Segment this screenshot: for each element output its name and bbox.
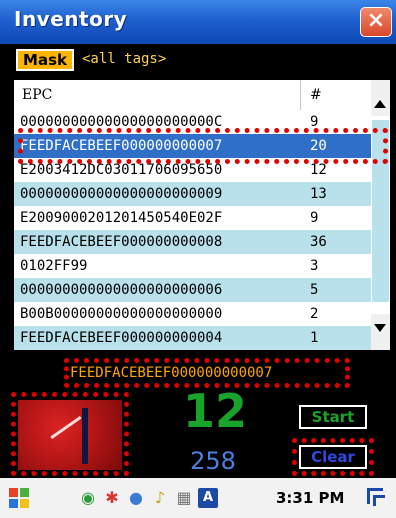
row-count: 5 [310,282,319,298]
row-count: 2 [310,306,319,322]
row-epc: FEEDFACEBEEF000000000008 [20,234,223,250]
list-header: EPC # [14,80,371,111]
row-epc: FEEDFACEBEEF000000000004 [20,330,223,346]
windows-logo-red [9,488,18,497]
arrow-up-icon [374,100,386,108]
garment-tag [82,408,88,464]
scroll-up-button[interactable] [371,80,390,116]
table-row[interactable]: FEEDFACEBEEF000000000008 36 [14,230,371,254]
windows-logo-green [20,488,29,497]
row-epc: 000000000000000000000006 [20,282,223,298]
last-tag-readout: FEEDFACEBEEF000000000007 [70,365,273,381]
row-count: 3 [310,258,319,274]
scroll-down-button[interactable] [371,314,390,350]
product-image [18,400,122,470]
unique-tag-count: 12 [182,384,247,438]
table-row[interactable]: 000000000000000000000006 5 [14,278,371,302]
total-read-count: 258 [190,447,236,475]
row-count: 9 [310,210,319,226]
keyboard-icon[interactable]: ▦ [174,488,194,508]
input-mode-icon[interactable]: A [198,488,218,508]
table-row[interactable]: FEEDFACEBEEF000000000004 1 [14,326,371,350]
sip-bar [373,495,376,506]
system-tray: ◉ ✱ ● ♪ ▦ A [78,488,258,510]
network-icon[interactable]: ◉ [78,488,98,508]
table-row[interactable]: 000000000000000000000009 13 [14,182,371,206]
arrow-down-icon [374,324,386,332]
close-button[interactable]: × [360,7,392,37]
bluetooth-icon[interactable]: ✱ [102,488,122,508]
tag-list[interactable]: EPC # 00000000000000000000000C 9 FEEDFAC… [14,80,371,350]
table-row[interactable]: E2009000201201450540E02F 9 [14,206,371,230]
mask-button[interactable]: Mask [16,49,74,71]
row-epc: 0102FF99 [20,258,88,274]
start-button[interactable]: Start [299,405,367,429]
column-header-count[interactable]: # [310,87,322,103]
volume-icon[interactable]: ♪ [150,488,170,508]
windows-logo-blue [9,499,18,508]
list-scrollbar[interactable] [371,80,390,350]
column-divider [300,80,301,110]
mask-value: <all tags> [82,51,167,67]
table-row[interactable]: 0102FF99 3 [14,254,371,278]
sync-icon[interactable]: ● [126,488,146,508]
row-epc: 000000000000000000000009 [20,186,223,202]
start-menu-icon[interactable] [8,487,30,509]
clear-button[interactable]: Clear [299,445,367,469]
sip-keyboard-icon[interactable] [365,486,387,508]
taskbar: ◉ ✱ ● ♪ ▦ A 3:31 PM [0,478,396,518]
column-header-epc[interactable]: EPC [22,87,52,103]
row-epc: B00B00000000000000000000 [20,306,223,322]
row-count: 13 [310,186,327,202]
table-row[interactable]: B00B00000000000000000000 2 [14,302,371,326]
sip-bar [367,488,370,504]
clock[interactable]: 3:31 PM [276,489,344,507]
windows-logo-yellow [20,499,29,508]
highlight-selected-row [18,128,388,164]
title-bar: Inventory × [0,0,396,44]
row-epc: E2009000201201450540E02F [20,210,223,226]
row-count: 1 [310,330,319,346]
row-count: 36 [310,234,327,250]
garment-tag-string [50,415,82,440]
window-title: Inventory [14,7,128,31]
